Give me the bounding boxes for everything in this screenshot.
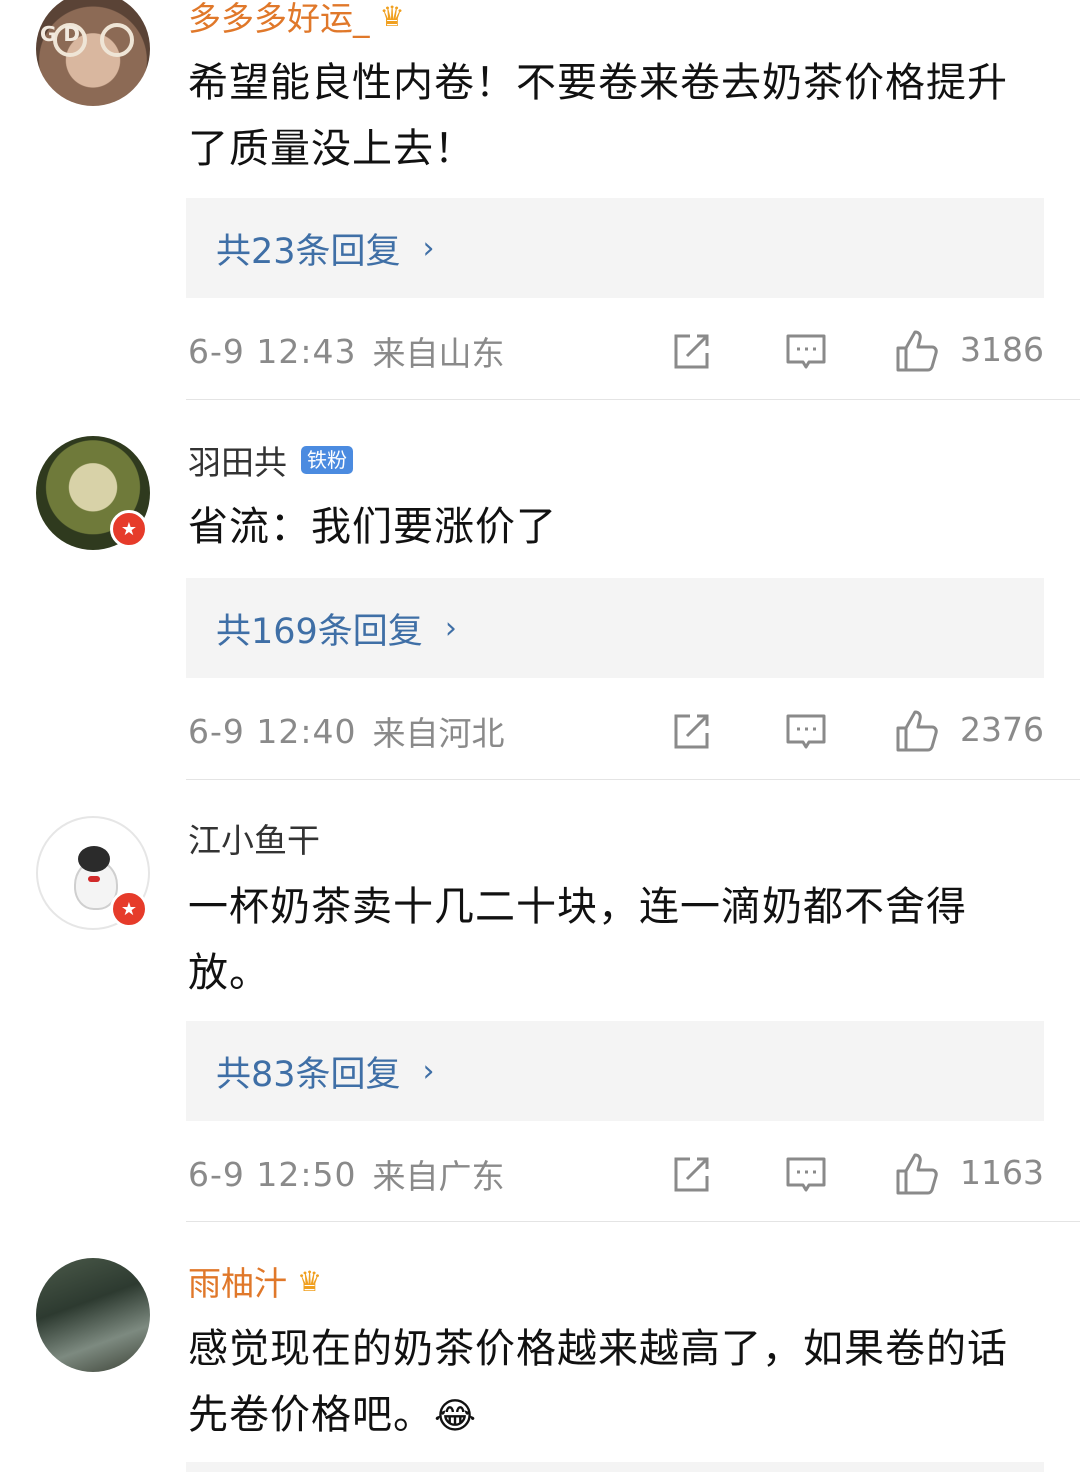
divider xyxy=(186,399,1080,400)
comment-meta: 6-9 12:40 来自河北 2376 xyxy=(188,706,1044,756)
comment-meta: 6-9 12:50 来自广东 1163 xyxy=(188,1149,1044,1199)
like-count: 2376 xyxy=(960,710,1044,749)
verified-star-icon: ★ xyxy=(110,510,148,548)
comment-date: 6-9 12:40 xyxy=(188,711,357,751)
like-count: 1163 xyxy=(960,1153,1044,1192)
comment-location: 来自山东 xyxy=(372,334,505,373)
chevron-right-icon: › xyxy=(422,1053,435,1089)
comment-location: 来自广东 xyxy=(372,1157,505,1196)
avatar[interactable]: G D xyxy=(36,0,150,106)
avatar[interactable] xyxy=(36,1258,150,1372)
username-text[interactable]: 多多多好运_ xyxy=(188,0,370,40)
reply-count-button[interactable]: 共83条回复 › xyxy=(186,1021,1044,1121)
chevron-right-icon: › xyxy=(422,230,435,266)
comment-date: 6-9 12:43 xyxy=(188,331,357,371)
share-icon[interactable] xyxy=(670,1154,712,1196)
share-icon[interactable] xyxy=(670,711,712,753)
fan-badge: 铁粉 xyxy=(301,446,353,474)
like-count: 3186 xyxy=(960,330,1044,369)
reply-count-label: 共83条回复 xyxy=(216,1054,401,1095)
username-text[interactable]: 羽田共 xyxy=(188,436,287,484)
thumbs-up-icon[interactable] xyxy=(894,1151,940,1197)
divider xyxy=(186,1221,1080,1222)
username[interactable]: 多多多好运_ ♛ xyxy=(188,0,405,40)
comment-icon[interactable] xyxy=(784,711,828,753)
comment-icon[interactable] xyxy=(784,331,828,373)
comment-text: 一杯奶茶卖十几二十块，连一滴奶都不舍得放。 xyxy=(188,884,967,996)
username[interactable]: 雨柚汁 ♛ xyxy=(188,1257,322,1305)
share-icon[interactable] xyxy=(670,331,712,373)
comment-icon[interactable] xyxy=(784,1154,828,1196)
comment-text: 希望能良性内卷！不要卷来卷去奶茶价格提升了质量没上去！ xyxy=(188,60,1008,172)
divider xyxy=(186,779,1080,780)
crown-icon: ♛ xyxy=(379,0,405,33)
comment-date: 6-9 12:50 xyxy=(188,1154,357,1194)
comment-text: 省流：我们要涨价了 xyxy=(188,504,557,550)
reply-count-button[interactable] xyxy=(186,1462,1044,1472)
reply-count-button[interactable]: 共23条回复 › xyxy=(186,198,1044,298)
username[interactable]: 江小鱼干 xyxy=(188,814,320,862)
username-text[interactable]: 雨柚汁 xyxy=(188,1257,287,1305)
avatar-lettering: G D xyxy=(40,22,80,46)
comment-text-body: 感觉现在的奶茶价格越来越高了，如果卷的话先卷价格吧。 xyxy=(188,1326,1008,1438)
reply-count-label: 共169条回复 xyxy=(216,611,423,652)
reply-count-label: 共23条回复 xyxy=(216,231,401,272)
chevron-right-icon: › xyxy=(444,610,457,646)
comment-location: 来自河北 xyxy=(372,714,505,753)
thumbs-up-icon[interactable] xyxy=(894,328,940,374)
laughing-crying-emoji-icon: 😂 xyxy=(434,1396,478,1437)
comment-text: 感觉现在的奶茶价格越来越高了，如果卷的话先卷价格吧。😂 xyxy=(188,1316,1048,1450)
comment-meta: 6-9 12:43 来自山东 3186 xyxy=(188,326,1044,376)
username-text[interactable]: 江小鱼干 xyxy=(188,814,320,862)
crown-icon: ♛ xyxy=(297,1264,323,1298)
username[interactable]: 羽田共 铁粉 xyxy=(188,436,353,484)
reply-count-button[interactable]: 共169条回复 › xyxy=(186,578,1044,678)
verified-star-icon: ★ xyxy=(110,890,148,928)
thumbs-up-icon[interactable] xyxy=(894,708,940,754)
